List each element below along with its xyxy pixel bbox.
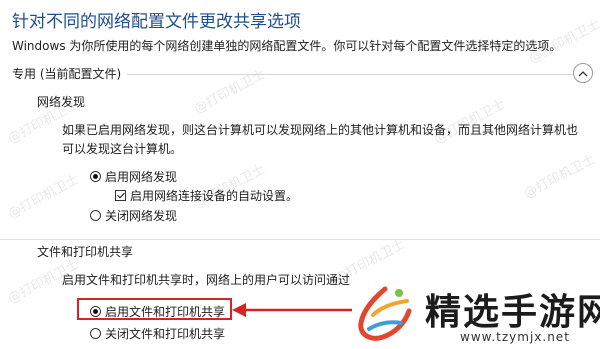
watermark-text: @打印机卫士 [191, 66, 268, 117]
brand-url: www.tzymjx.net [460, 330, 570, 344]
radio-selected-icon[interactable] [90, 171, 101, 182]
auto-setup-devices-checkbox[interactable]: 启用网络连接设备的自动设置。 [115, 187, 298, 204]
page-description: Windows 为你所使用的每个网络创建单独的网络配置文件。你可以针对每个配置文… [12, 39, 562, 53]
disable-file-printer-sharing-radio[interactable]: 关闭文件和打印机共享 [90, 325, 225, 342]
enable-network-discovery-label: 启用网络发现 [105, 170, 178, 184]
watermark-text: @打印机卫士 [521, 151, 598, 202]
radio-unselected-icon[interactable] [90, 328, 101, 339]
chevron-up-icon [578, 70, 588, 76]
section-divider [127, 74, 575, 75]
group-divider [0, 239, 600, 240]
network-discovery-description-line1: 如果已启用网络发现，则这台计算机可以发现网络上的其他计算机和设备，而且其他网络计… [62, 123, 579, 137]
radio-unselected-icon[interactable] [90, 210, 101, 221]
auto-setup-devices-label: 启用网络连接设备的自动设置。 [130, 189, 299, 203]
network-discovery-heading: 网络发现 [37, 95, 86, 109]
disable-network-discovery-radio[interactable]: 关闭网络发现 [90, 207, 177, 224]
radio-selected-icon[interactable] [90, 306, 101, 317]
disable-file-printer-sharing-label: 关闭文件和打印机共享 [105, 327, 226, 341]
file-printer-sharing-description: 启用文件和打印机共享时，网络上的用户可以访问通过 [62, 273, 351, 287]
collapse-section-button[interactable] [573, 63, 593, 83]
brand-logo-icon [358, 286, 412, 341]
watermark-text: @打印机卫士 [5, 171, 82, 222]
enable-network-discovery-radio[interactable]: 启用网络发现 [90, 168, 177, 185]
profile-section-label: 专用 (当前配置文件) [12, 67, 122, 81]
network-discovery-description-line2: 可以发现这台计算机。 [62, 142, 183, 156]
brand-name: 精选手游网 [425, 292, 600, 333]
disable-network-discovery-label: 关闭网络发现 [105, 209, 178, 223]
page-title: 针对不同的网络配置文件更改共享选项 [12, 12, 301, 32]
red-arrow-icon [232, 303, 352, 317]
file-printer-sharing-heading: 文件和打印机共享 [37, 245, 134, 259]
enable-file-printer-sharing-label: 启用文件和打印机共享 [105, 305, 226, 319]
enable-file-printer-sharing-radio[interactable]: 启用文件和打印机共享 [90, 303, 225, 320]
checkbox-checked-icon[interactable] [115, 190, 126, 201]
